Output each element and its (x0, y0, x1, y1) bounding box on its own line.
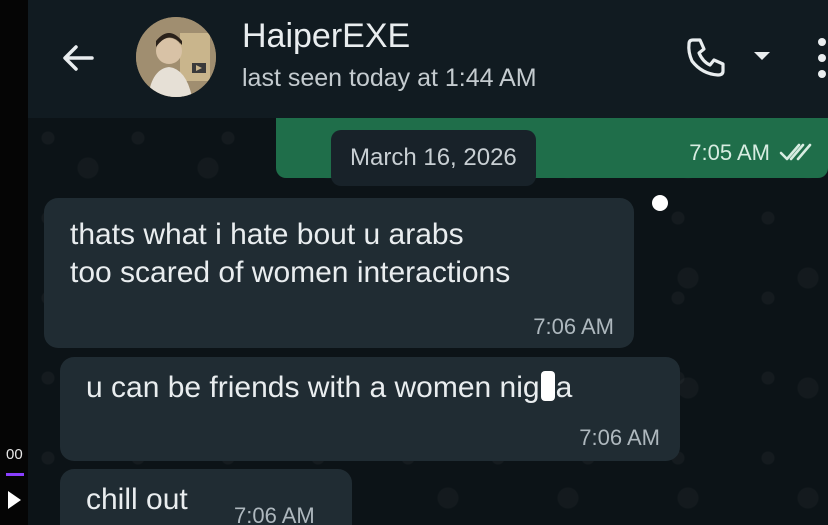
play-icon[interactable] (8, 491, 21, 509)
message-line: too scared of women interactions (70, 256, 511, 289)
chat-body[interactable]: 7:05 AM March 16, 2026 thats what i hate… (28, 118, 828, 525)
message-text: u can be friends with a women nig a (86, 369, 572, 407)
last-seen-status: last seen today at 1:44 AM (242, 64, 537, 92)
chevron-down-icon[interactable] (754, 52, 770, 60)
arrow-left-icon[interactable] (56, 36, 100, 80)
censor-mark (540, 371, 555, 401)
touch-indicator (652, 195, 668, 211)
message-time: 7:06 AM (533, 314, 614, 339)
chat-header: HaiperEXE last seen today at 1:44 AM (28, 0, 828, 118)
message-text-part: a (555, 371, 573, 404)
message-time: 7:06 AM (234, 503, 315, 525)
message-time: 7:06 AM (579, 425, 660, 450)
contact-name[interactable]: HaiperEXE (242, 17, 410, 56)
received-message-bubble[interactable]: chill out 7:06 AM (60, 469, 352, 525)
avatar-photo (136, 17, 216, 97)
received-message-bubble[interactable]: thats what i hate bout u arabs too scare… (44, 198, 634, 348)
player-progress-bar[interactable] (6, 473, 24, 476)
message-text-part: u can be friends with a women nig (86, 371, 540, 404)
message-text: chill out (86, 483, 188, 516)
message-time: 7:05 AM (689, 140, 770, 165)
received-message-bubble[interactable]: u can be friends with a women nig a 7:06 … (60, 357, 680, 461)
chat-screen: 00 HaiperEXE last seen today at 1:44 AM (0, 0, 828, 525)
avatar[interactable] (136, 17, 216, 97)
date-divider: March 16, 2026 (331, 130, 536, 186)
more-vert-icon[interactable] (817, 36, 827, 80)
double-check-icon (779, 143, 812, 161)
message-line: thats what i hate bout u arabs (70, 218, 464, 251)
phone-icon[interactable] (683, 34, 729, 80)
player-timestamp: 00 (6, 446, 23, 463)
message-text: thats what i hate bout u arabs too scare… (70, 216, 510, 292)
